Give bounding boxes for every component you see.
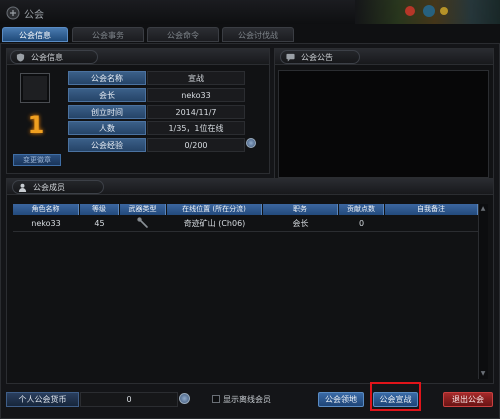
show-offline-checkbox[interactable]: [212, 395, 220, 403]
member-position: 会长: [292, 219, 309, 228]
personal-fund-value: 0: [80, 392, 178, 407]
scroll-down-icon[interactable]: ▼: [479, 370, 487, 378]
member-location: 奇迹矿山 (Ch06): [183, 219, 246, 228]
guild-rank-number: 1: [27, 111, 45, 139]
personal-fund-button[interactable]: [179, 393, 190, 404]
guild-leader-value: neko33: [147, 88, 245, 102]
column-header-weapon[interactable]: 武器类型: [120, 204, 166, 215]
guild-notice-text-area[interactable]: [278, 70, 489, 178]
person-icon: [18, 183, 27, 192]
guild-leader-label: 会长: [68, 88, 146, 102]
column-header-points[interactable]: 贡献点数: [339, 204, 384, 215]
member-count-label: 人数: [68, 121, 146, 135]
guild-notice-title-label: 公会公告: [301, 53, 333, 62]
column-header-level[interactable]: 等级: [80, 204, 119, 215]
guild-exp-button[interactable]: [246, 138, 256, 148]
guild-name-value: 宣战: [147, 71, 245, 85]
member-count-value: 1/35，1位在线: [147, 121, 245, 135]
column-header-position[interactable]: 职务: [263, 204, 338, 215]
tab-guild-war[interactable]: 公会讨伐战: [222, 27, 294, 42]
guild-info-title: 公会信息: [10, 50, 98, 64]
member-level: 45: [94, 219, 105, 228]
window-title: 公会: [24, 10, 44, 21]
guild-name-label: 公会名称: [68, 71, 146, 85]
member-name: neko33: [31, 219, 61, 228]
guild-emblem: [20, 73, 50, 103]
guild-notice-title: 公会公告: [280, 50, 360, 64]
window-banner-art: [355, 0, 500, 24]
members-scrollbar[interactable]: [478, 204, 488, 379]
column-header-location[interactable]: 在线位置 (所在分流): [167, 204, 262, 215]
chat-bubble-icon: [286, 53, 295, 62]
guild-territory-button[interactable]: 公会领地: [318, 392, 364, 407]
war-button-highlight: [370, 382, 421, 411]
member-note: [385, 216, 478, 231]
tab-guild-affairs[interactable]: 公会事务: [72, 27, 144, 42]
leave-guild-button[interactable]: 退出公会: [443, 392, 493, 407]
founded-value: 2014/11/7: [147, 105, 245, 119]
column-header-name[interactable]: 角色名称: [13, 204, 79, 215]
guild-icon: [6, 5, 20, 20]
member-points: 0: [358, 219, 365, 228]
guild-members-title: 公会成员: [12, 180, 104, 194]
tab-guild-commands[interactable]: 公会命令: [147, 27, 219, 42]
guild-info-title-label: 公会信息: [31, 53, 63, 62]
member-weapon: [120, 216, 166, 231]
personal-fund-label: 个人公会货币: [6, 392, 79, 407]
row-divider: [13, 231, 478, 232]
founded-label: 创立时间: [68, 105, 146, 119]
guild-members-title-label: 公会成员: [33, 183, 65, 192]
guild-exp-label: 公会经验: [68, 138, 146, 152]
column-header-note[interactable]: 自我备注: [385, 204, 478, 215]
tab-guild-info[interactable]: 公会信息: [2, 27, 68, 42]
change-emblem-button[interactable]: 变更徽章: [13, 154, 61, 166]
scroll-up-icon[interactable]: ▲: [479, 205, 487, 213]
shield-icon: [16, 53, 25, 62]
guild-exp-value: 0/200: [147, 138, 245, 152]
wrench-icon: [137, 217, 148, 228]
show-offline-label: 显示离线会员: [223, 395, 271, 404]
